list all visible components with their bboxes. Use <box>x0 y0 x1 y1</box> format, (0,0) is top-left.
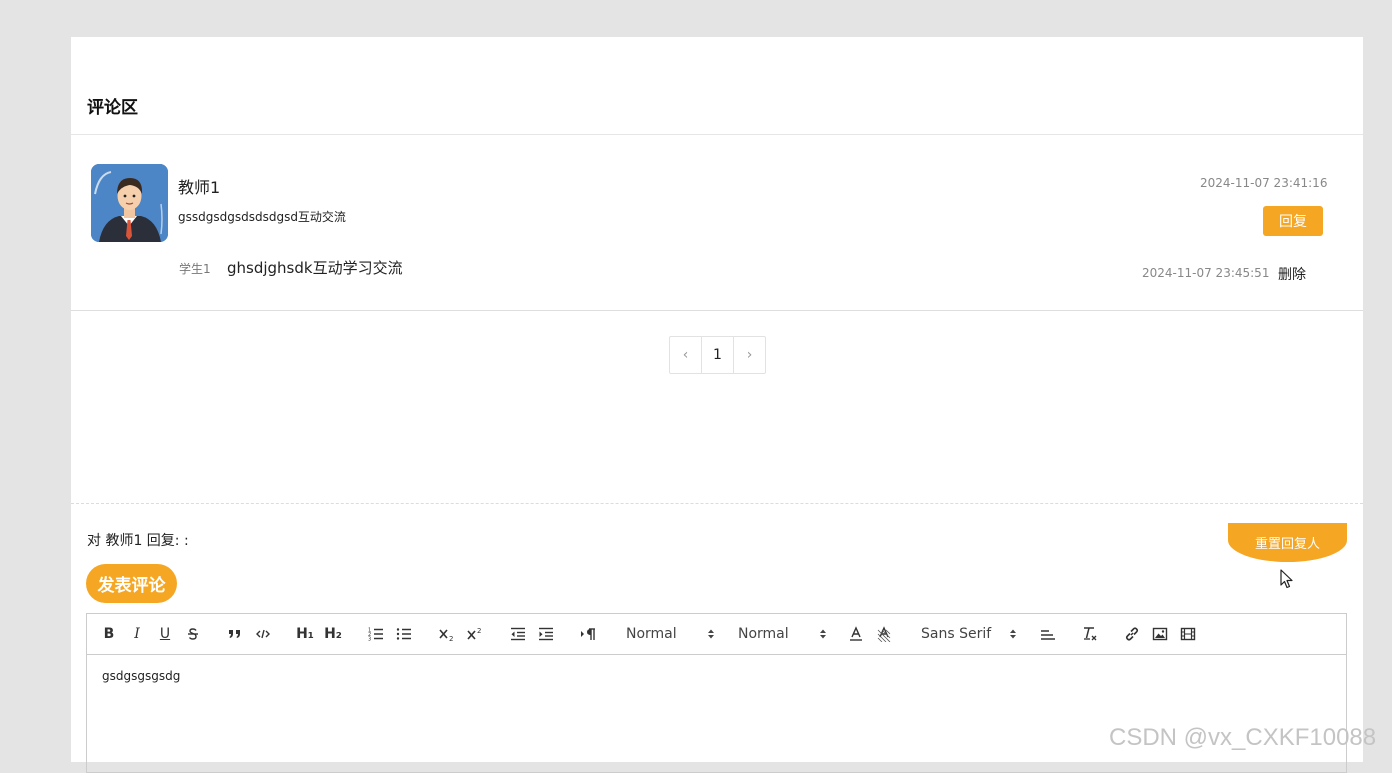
select-arrows-icon <box>707 628 715 640</box>
prev-page-button[interactable]: ‹ <box>670 337 702 373</box>
outdent-icon[interactable] <box>510 624 526 644</box>
blockquote-icon[interactable] <box>228 624 242 644</box>
avatar <box>91 164 168 242</box>
watermark: CSDN @vx_CXKF10088 <box>1109 724 1377 751</box>
reply-user: 学生1 <box>179 262 211 276</box>
font-select[interactable]: Sans Serif <box>921 624 1017 644</box>
reply-timestamp: 2024-11-07 23:45:51 <box>1142 266 1270 280</box>
link-icon[interactable] <box>1124 624 1140 644</box>
svg-text:2: 2 <box>477 627 481 635</box>
page-number-current[interactable]: 1 <box>702 337 734 373</box>
clear-format-icon[interactable] <box>1082 624 1098 644</box>
next-page-button[interactable]: › <box>734 337 765 373</box>
mouse-cursor-icon <box>1280 569 1293 589</box>
pagination: ‹ 1 › <box>669 336 766 374</box>
delete-reply-link[interactable]: 删除 <box>1278 264 1306 284</box>
video-icon[interactable] <box>1180 624 1196 644</box>
comment-text: gssdgsdgsdsdsdgsd互动交流 <box>178 210 346 224</box>
header-select[interactable]: Normal <box>738 624 827 644</box>
size-select-value: Normal <box>626 626 677 642</box>
header-1-button[interactable]: H₁ <box>296 624 314 644</box>
editor-toolbar: B I U H₁ H₂ 123 2 2 Normal Normal Sans S… <box>87 614 1346 655</box>
svg-text:3: 3 <box>368 637 371 642</box>
reply-button[interactable]: 回复 <box>1263 206 1323 236</box>
reply-text: ghsdjghsdk互动学习交流 <box>227 259 403 277</box>
header-select-value: Normal <box>738 626 789 642</box>
select-arrows-icon <box>1009 628 1017 640</box>
align-icon[interactable] <box>1040 624 1056 644</box>
italic-button[interactable]: I <box>130 624 144 644</box>
comment-author: 教师1 <box>178 178 221 197</box>
comment-panel: 评论区 教师1 gssdgsdgsdsdsdgsd互动交流 2024-11-07… <box>71 37 1363 773</box>
subscript-icon[interactable]: 2 <box>438 624 456 644</box>
strike-icon[interactable] <box>186 624 200 644</box>
comment-timestamp: 2024-11-07 23:41:16 <box>1200 176 1328 190</box>
font-select-value: Sans Serif <box>921 626 992 642</box>
comment-divider <box>71 310 1363 311</box>
background-color-icon[interactable] <box>876 624 892 644</box>
bold-button[interactable]: B <box>102 624 116 644</box>
image-icon[interactable] <box>1152 624 1168 644</box>
reply-target-label: 对 教师1 回复: : <box>87 533 189 549</box>
size-select[interactable]: Normal <box>626 624 715 644</box>
editor-content[interactable]: gsdgsgsgsdg <box>87 655 1346 697</box>
code-block-icon[interactable] <box>256 624 270 644</box>
form-divider <box>71 503 1363 504</box>
section-title: 评论区 <box>87 98 138 118</box>
bullet-list-icon[interactable] <box>396 624 412 644</box>
svg-text:2: 2 <box>449 635 453 641</box>
superscript-icon[interactable]: 2 <box>466 624 484 644</box>
ordered-list-icon[interactable]: 123 <box>368 624 384 644</box>
post-comment-button[interactable]: 发表评论 <box>86 564 177 603</box>
reset-reply-target-button[interactable]: 重置回复人 <box>1228 523 1347 562</box>
header-2-button[interactable]: H₂ <box>324 624 342 644</box>
text-direction-icon[interactable] <box>580 624 596 644</box>
text-color-icon[interactable] <box>848 624 864 644</box>
underline-button[interactable]: U <box>158 624 172 644</box>
header-divider <box>71 134 1363 135</box>
select-arrows-icon <box>819 628 827 640</box>
indent-icon[interactable] <box>538 624 554 644</box>
